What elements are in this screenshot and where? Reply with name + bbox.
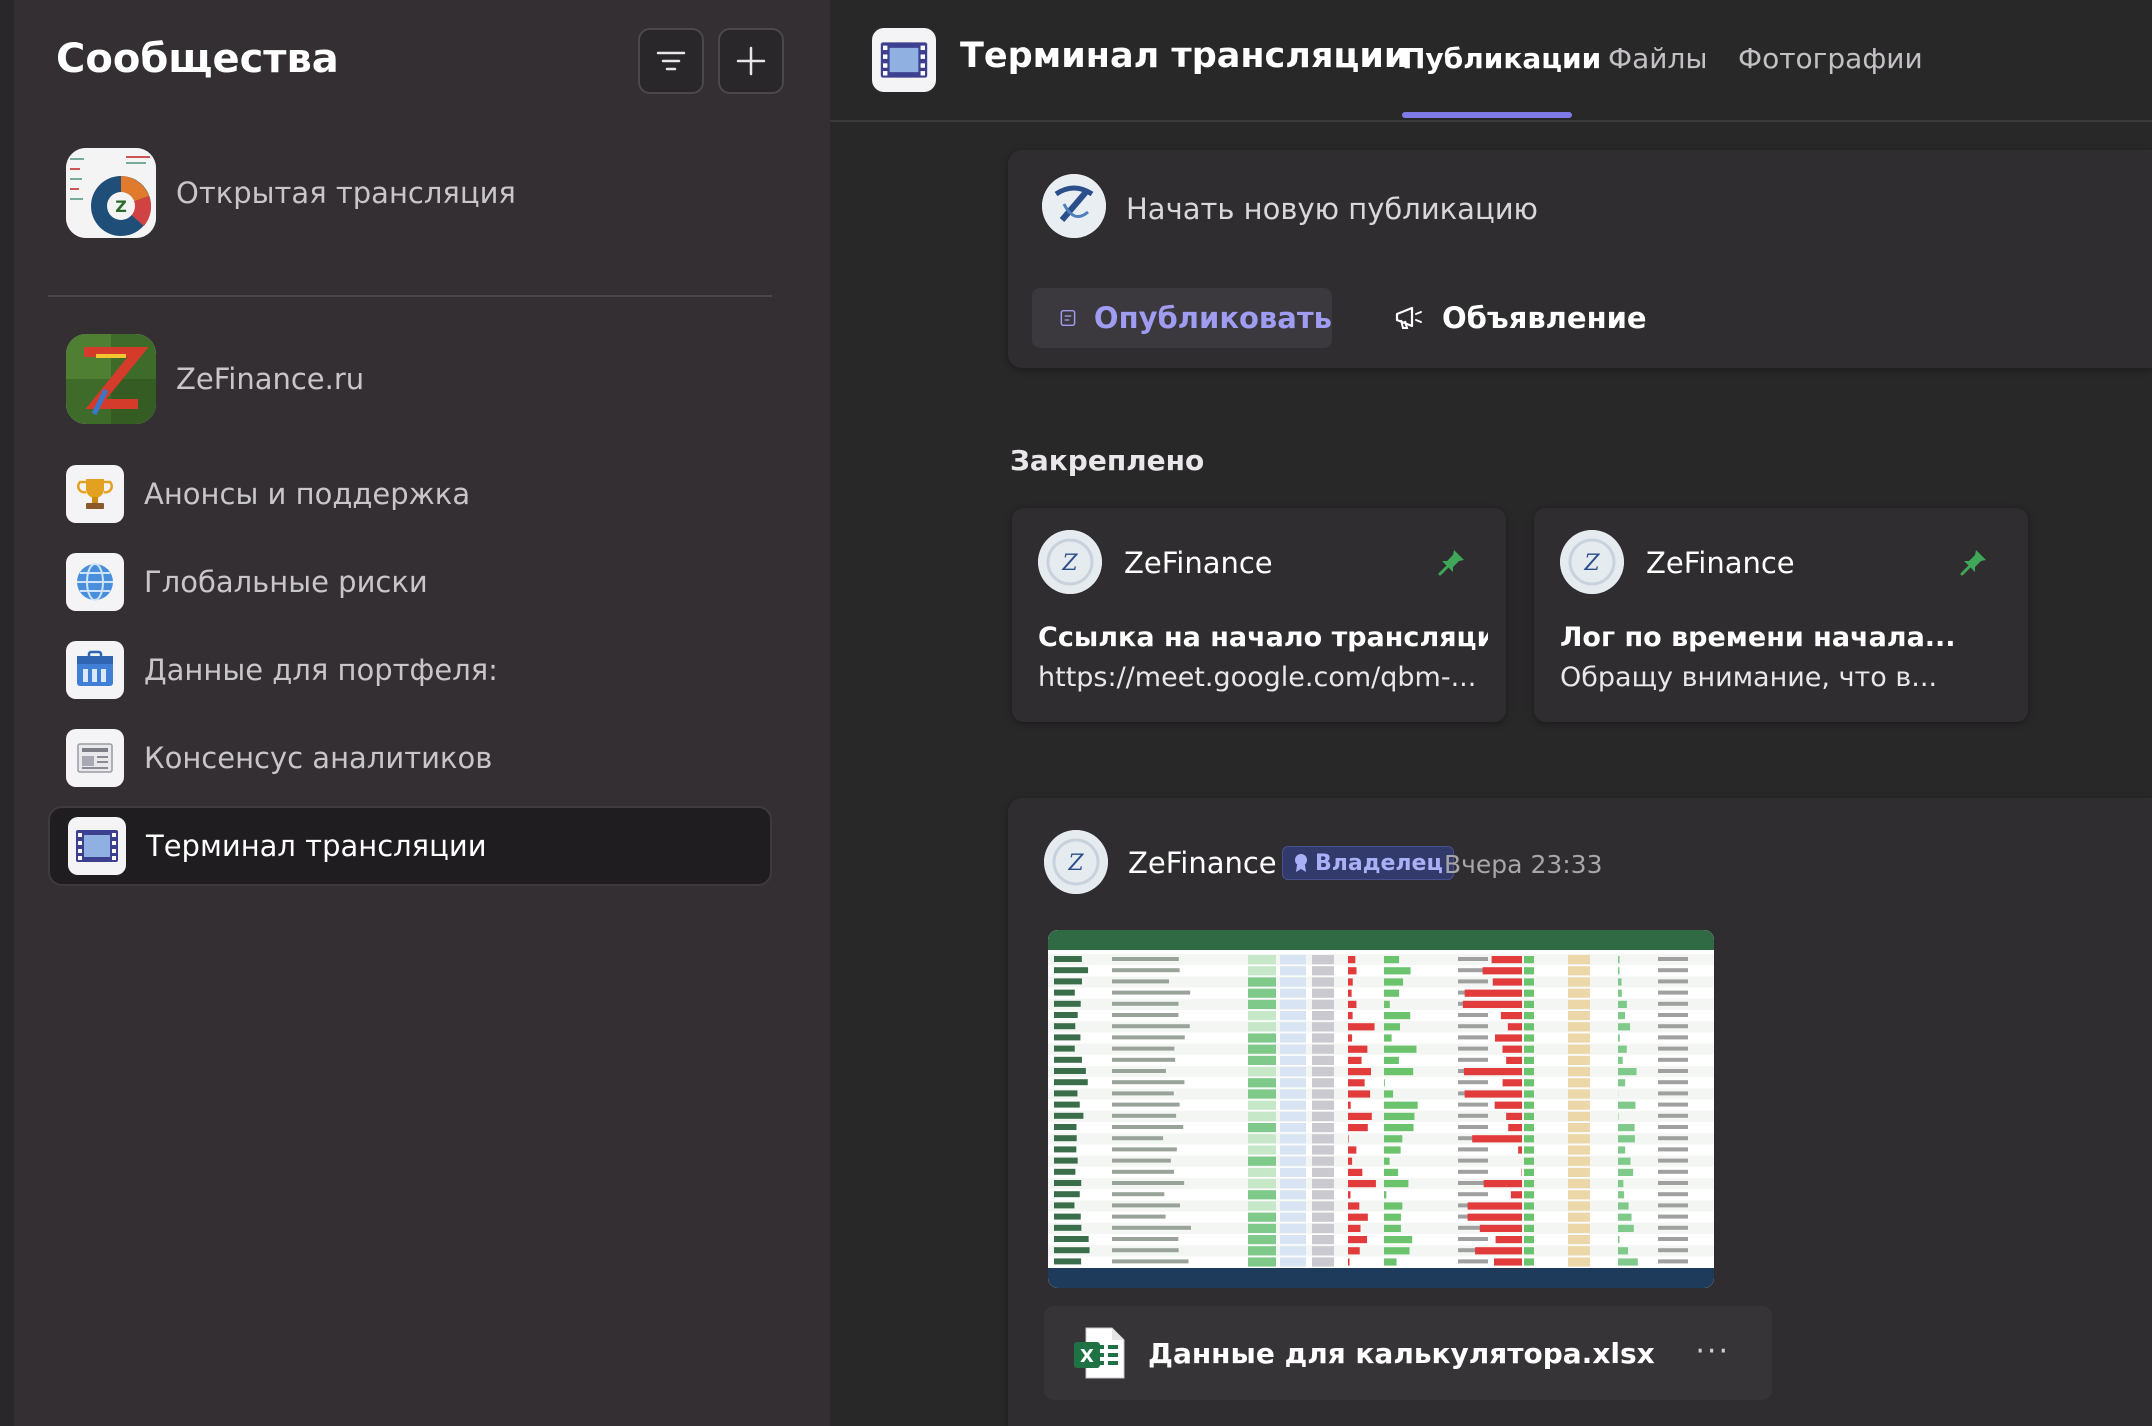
sidebar-edge: [0, 0, 14, 1426]
pinned-post-title: Лог по времени начала...: [1560, 622, 1956, 653]
pin-icon: [1438, 550, 1464, 576]
sidebar-item-label: Терминал трансляции: [146, 829, 487, 863]
sidebar-item-label: Данные для портфеля:: [144, 653, 498, 687]
more-options-icon[interactable]: ···: [1695, 1334, 1730, 1369]
pinned-post-card[interactable]: Z ZeFinance Лог по времени начала... Обр…: [1534, 508, 2028, 722]
post-composer: Начать новую публикацию Опубликовать Объ…: [1008, 150, 2152, 368]
post-timestamp: Вчера 23:33: [1444, 850, 1603, 879]
pinned-post-body: Обращу внимание, что в...: [1560, 662, 1938, 693]
pinned-post-body: https://meet.google.com/qbm-...: [1038, 662, 1477, 693]
pinned-section-title: Закреплено: [1010, 444, 1205, 477]
svg-text:X: X: [1080, 1346, 1094, 1367]
post-author: ZeFinance: [1124, 546, 1273, 580]
broadcast-chart-icon: Z: [66, 148, 156, 238]
post-author: ZeFinance: [1646, 546, 1795, 580]
zefinance-logo-icon: [66, 334, 156, 424]
owner-badge: Владелец: [1282, 846, 1454, 880]
briefcase-icon: [66, 641, 124, 699]
svg-text:Z: Z: [1061, 551, 1078, 576]
tab-posts[interactable]: Публикации: [1402, 42, 1601, 75]
pinned-post-title: Ссылка на начало трансляци...: [1038, 622, 1488, 653]
svg-text:Z: Z: [1583, 551, 1600, 576]
sidebar-item-broadcast-terminal[interactable]: Терминал трансляции: [48, 806, 772, 886]
sidebar-item-announcements[interactable]: Анонсы и поддержка: [48, 454, 772, 534]
filter-icon: [656, 51, 686, 71]
trophy-icon: [66, 465, 124, 523]
announcement-label: Объявление: [1442, 301, 1647, 335]
file-attachment[interactable]: X Данные для калькулятора.xlsx ···: [1044, 1306, 1772, 1400]
spreadsheet-preview-image[interactable]: [1048, 930, 1714, 1288]
avatar: Z: [1038, 530, 1102, 594]
sidebar: Сообщества Z Открытая трансляция ZeFinan…: [0, 0, 830, 1426]
avatar: [1042, 174, 1106, 238]
owner-badge-label: Владелец: [1315, 850, 1443, 876]
publish-button[interactable]: Опубликовать: [1032, 288, 1332, 348]
publish-label: Опубликовать: [1093, 301, 1332, 335]
sidebar-item-label: Консенсус аналитиков: [144, 741, 493, 775]
plus-icon: [736, 46, 766, 76]
excel-file-icon: X: [1074, 1327, 1125, 1379]
pinned-post-card[interactable]: Z ZeFinance Ссылка на начало трансляци..…: [1012, 508, 1506, 722]
community-zefinance[interactable]: ZeFinance.ru: [66, 334, 364, 424]
post-card: Z ZeFinance Владелец Вчера 23:33 X Данны…: [1008, 798, 2152, 1426]
tab-photos[interactable]: Фотографии: [1738, 42, 1923, 75]
svg-text:Z: Z: [1067, 851, 1084, 876]
megaphone-icon: [1395, 306, 1422, 329]
pin-icon: [1960, 550, 1986, 576]
add-community-button[interactable]: [718, 28, 784, 94]
film-icon: [68, 817, 126, 875]
filter-button[interactable]: [638, 28, 704, 94]
svg-text:Z: Z: [115, 197, 127, 216]
post-icon: [1060, 309, 1076, 327]
tab-files[interactable]: Файлы: [1608, 42, 1707, 75]
film-icon: [872, 28, 936, 92]
community-open-broadcast[interactable]: Z Открытая трансляция: [66, 148, 516, 238]
sidebar-item-global-risks[interactable]: Глобальные риски: [48, 542, 772, 622]
sidebar-item-portfolio-data[interactable]: Данные для портфеля:: [48, 630, 772, 710]
sidebar-item-analyst-consensus[interactable]: Консенсус аналитиков: [48, 718, 772, 798]
community-label: Открытая трансляция: [176, 176, 516, 210]
sidebar-item-label: Глобальные риски: [144, 565, 428, 599]
owner-badge-icon: [1295, 854, 1307, 872]
active-tab-indicator: [1402, 112, 1572, 118]
document-icon: [66, 729, 124, 787]
post-author[interactable]: ZeFinance: [1128, 846, 1277, 880]
announcement-button[interactable]: Объявление: [1394, 288, 1647, 348]
globe-icon: [66, 553, 124, 611]
sidebar-title: Сообщества: [56, 36, 339, 82]
avatar: Z: [1044, 830, 1108, 894]
sidebar-divider: [48, 295, 772, 297]
channel-header: Терминал трансляции Публикации Файлы Фот…: [830, 0, 2152, 122]
new-post-input[interactable]: Начать новую публикацию: [1126, 192, 1538, 226]
page-title: Терминал трансляции: [960, 36, 1409, 76]
community-label: ZeFinance.ru: [176, 362, 365, 396]
sidebar-item-label: Анонсы и поддержка: [144, 477, 471, 511]
avatar: Z: [1560, 530, 1624, 594]
file-name: Данные для калькулятора.xlsx: [1148, 1336, 1655, 1370]
